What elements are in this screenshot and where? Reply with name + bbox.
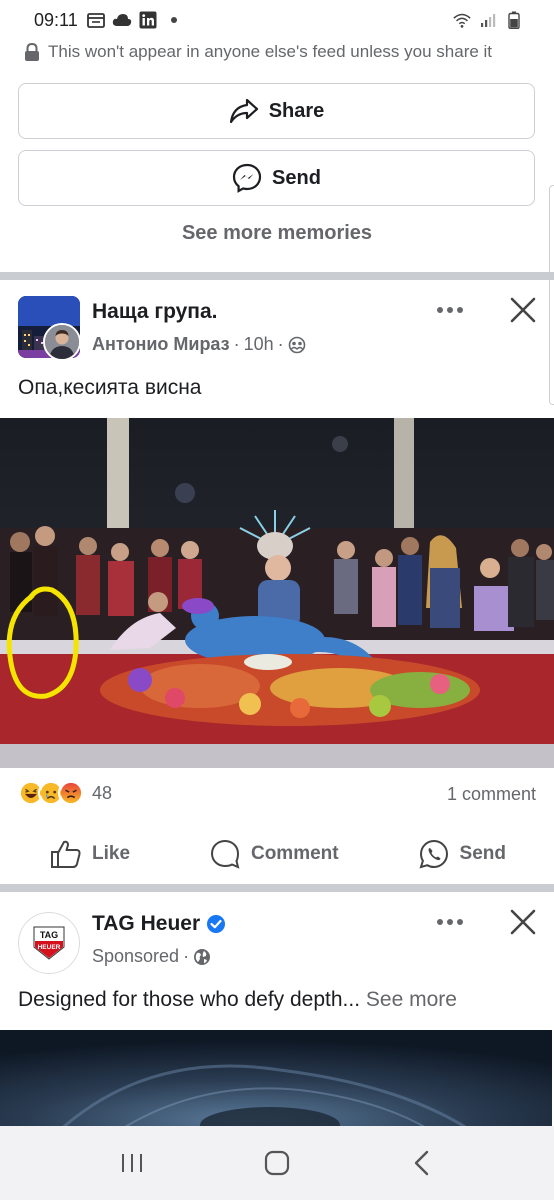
- signal-icon: [478, 11, 498, 29]
- feed-divider: [0, 272, 554, 280]
- sponsored-label[interactable]: Sponsored: [92, 946, 179, 967]
- meta-separator: ·: [183, 946, 190, 966]
- dot-icon: [437, 919, 443, 925]
- home-icon: [264, 1150, 290, 1176]
- group-name[interactable]: Наща група.: [92, 300, 218, 324]
- ad-text: Designed for those who defy depth... See…: [18, 988, 457, 1012]
- like-label: Like: [92, 843, 131, 864]
- recent-apps-button[interactable]: [102, 1133, 162, 1193]
- share-arrow-icon: [229, 98, 258, 124]
- verified-badge-icon: [207, 915, 226, 933]
- ad-more-options-button[interactable]: [432, 910, 468, 934]
- whatsapp-icon: [419, 839, 448, 869]
- advertiser-name-text: TAG Heuer: [92, 912, 201, 935]
- ad-image[interactable]: [0, 1030, 552, 1130]
- comment-button[interactable]: Comment: [209, 832, 339, 876]
- ad-meta: Sponsored ·: [92, 946, 211, 967]
- advertiser-name[interactable]: TAG Heuer: [92, 912, 226, 936]
- scroll-indicator[interactable]: [549, 185, 554, 405]
- back-button[interactable]: [392, 1133, 452, 1193]
- post-photo[interactable]: [0, 418, 554, 768]
- status-time: 09:11: [34, 9, 78, 30]
- post-close-button[interactable]: [507, 294, 539, 326]
- dot-icon: [437, 307, 443, 313]
- reaction-icons: [18, 780, 84, 806]
- group-members-icon: [288, 336, 305, 353]
- share-button[interactable]: Share: [18, 83, 535, 139]
- post-author[interactable]: Антонио Мираз: [92, 334, 230, 355]
- messenger-icon: [232, 163, 262, 193]
- notification-dot-icon: [164, 11, 184, 29]
- angry-reaction-icon: [58, 780, 84, 806]
- lock-icon: [25, 42, 39, 61]
- thumbs-up-icon: [51, 840, 81, 868]
- reaction-count: 48: [92, 782, 113, 803]
- system-navigation-bar: [0, 1126, 554, 1200]
- globe-icon: [194, 948, 211, 965]
- privacy-note: This won't appear in anyone else's feed …: [24, 42, 492, 62]
- feed-divider: [0, 884, 554, 892]
- see-more-link[interactable]: See more: [366, 988, 457, 1011]
- like-button[interactable]: Like: [50, 832, 130, 876]
- comment-count[interactable]: 1 comment: [447, 784, 536, 805]
- see-more-memories-link[interactable]: See more memories: [0, 222, 554, 245]
- calendar-icon: [86, 11, 106, 29]
- back-chevron-icon: [414, 1150, 428, 1176]
- post-time[interactable]: 10h: [244, 334, 274, 355]
- cloud-icon: [112, 11, 132, 29]
- tag-heuer-logo: TAG HEUER: [33, 926, 65, 960]
- logo-text-tag: TAG: [40, 930, 58, 940]
- meta-separator: ·: [233, 334, 240, 354]
- close-icon: [510, 909, 536, 935]
- tag-heuer-avatar[interactable]: TAG HEUER: [18, 912, 80, 974]
- privacy-note-text: This won't appear in anyone else's feed …: [48, 42, 493, 61]
- status-notification-icons: [86, 11, 184, 29]
- post-action-bar: Like Comment Send: [0, 832, 554, 876]
- post-more-options-button[interactable]: [432, 298, 468, 322]
- reactions-summary[interactable]: 48: [18, 780, 112, 806]
- home-button[interactable]: [247, 1133, 307, 1193]
- post-meta: Антонио Мираз · 10h ·: [92, 334, 306, 355]
- comment-label: Comment: [250, 843, 339, 864]
- close-icon: [510, 297, 536, 323]
- comment-bubble-icon: [210, 839, 240, 869]
- logo-text-heuer: HEUER: [38, 944, 61, 951]
- wifi-icon: [452, 11, 472, 29]
- send-button-label: Send: [272, 166, 321, 189]
- dot-icon: [447, 919, 453, 925]
- share-button-label: Share: [268, 99, 325, 122]
- status-system-icons: [452, 11, 524, 29]
- send-whatsapp-button[interactable]: Send: [418, 832, 506, 876]
- linkedin-icon: [138, 11, 158, 29]
- dot-icon: [457, 307, 463, 313]
- dot-icon: [447, 307, 453, 313]
- battery-icon: [504, 11, 524, 29]
- meta-separator: ·: [277, 334, 284, 354]
- author-avatar[interactable]: [43, 323, 81, 361]
- recent-apps-icon: [122, 1154, 143, 1172]
- dot-icon: [457, 919, 463, 925]
- ad-text-body: Designed for those who defy depth...: [18, 988, 361, 1011]
- send-label: Send: [459, 843, 506, 864]
- ad-close-button[interactable]: [507, 906, 539, 938]
- status-bar: 09:11: [0, 0, 554, 40]
- post-text: Опа,кесията висна: [18, 376, 202, 399]
- send-button[interactable]: Send: [18, 150, 535, 206]
